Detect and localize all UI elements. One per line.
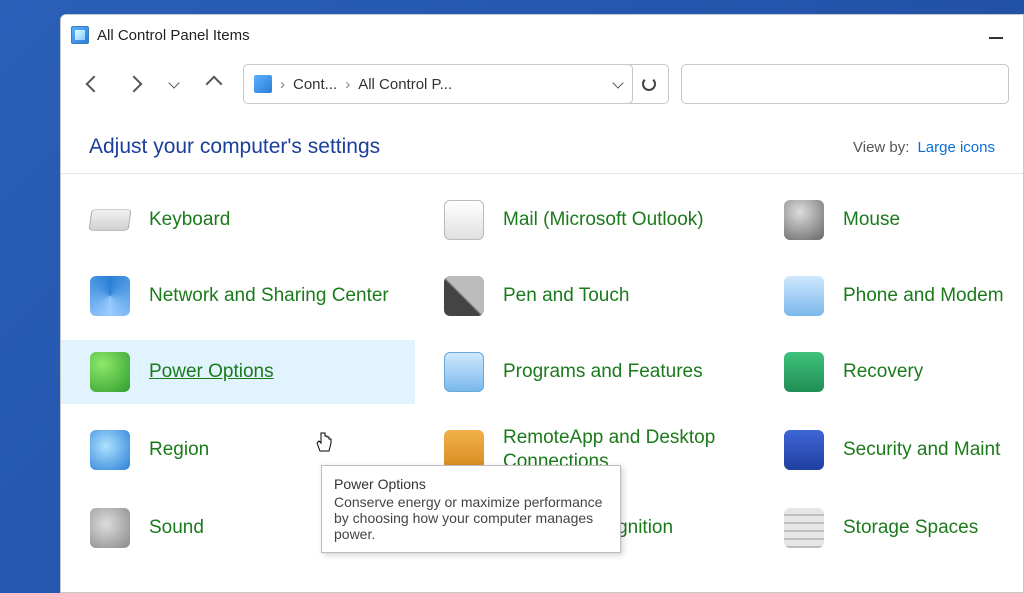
item-label: Storage Spaces xyxy=(843,516,978,540)
mail-icon xyxy=(443,199,485,241)
refresh-icon xyxy=(642,77,656,91)
tooltip-title: Power Options xyxy=(334,476,608,492)
item-label: Region xyxy=(149,438,209,462)
item-label: Keyboard xyxy=(149,208,230,232)
chevron-down-icon[interactable] xyxy=(612,77,623,88)
programs-icon xyxy=(443,351,485,393)
item-label: Recovery xyxy=(843,360,923,384)
page-header: Adjust your computer's settings View by:… xyxy=(61,113,1023,174)
phone-icon xyxy=(783,275,825,317)
forward-button[interactable] xyxy=(115,65,153,103)
item-mouse[interactable]: Mouse xyxy=(755,188,1023,252)
item-label: Mouse xyxy=(843,208,900,232)
sound-icon xyxy=(89,507,131,549)
breadcrumb-item[interactable]: Cont... xyxy=(293,76,337,93)
item-storage[interactable]: Storage Spaces xyxy=(755,496,1023,560)
window-controls xyxy=(989,31,1017,39)
chevron-right-icon: › xyxy=(345,76,350,93)
tooltip: Power Options Conserve energy or maximiz… xyxy=(321,465,621,553)
view-by-label: View by: xyxy=(853,139,909,156)
chevron-right-icon: › xyxy=(280,76,285,93)
history-dropdown[interactable] xyxy=(155,65,193,103)
item-label: Phone and Modem xyxy=(843,284,1004,308)
power-icon xyxy=(89,351,131,393)
refresh-button[interactable] xyxy=(629,64,669,104)
view-by-value[interactable]: Large icons xyxy=(917,139,995,156)
titlebar[interactable]: All Control Panel Items xyxy=(61,15,1023,55)
storage-icon xyxy=(783,507,825,549)
recovery-icon xyxy=(783,351,825,393)
item-recovery[interactable]: Recovery xyxy=(755,340,1023,404)
window-title: All Control Panel Items xyxy=(97,27,250,44)
item-security[interactable]: Security and Maint xyxy=(755,416,1023,484)
minimize-button[interactable] xyxy=(989,37,1003,39)
item-pen[interactable]: Pen and Touch xyxy=(415,264,755,328)
tooltip-body: Conserve energy or maximize performance … xyxy=(334,494,608,542)
item-label: Power Options xyxy=(149,360,274,384)
mouse-icon xyxy=(783,199,825,241)
item-network[interactable]: Network and Sharing Center xyxy=(61,264,415,328)
item-label: Mail (Microsoft Outlook) xyxy=(503,208,704,232)
view-by-selector[interactable]: View by: Large icons xyxy=(853,139,995,156)
security-icon xyxy=(783,429,825,471)
item-power-options[interactable]: Power Options xyxy=(61,340,415,404)
address-bar: › Cont... › All Control P... xyxy=(61,55,1023,113)
search-input[interactable] xyxy=(681,64,1009,104)
item-mail[interactable]: Mail (Microsoft Outlook) xyxy=(415,188,755,252)
network-icon xyxy=(89,275,131,317)
pen-icon xyxy=(443,275,485,317)
keyboard-icon xyxy=(89,199,131,241)
control-panel-icon xyxy=(71,26,89,44)
up-button[interactable] xyxy=(195,65,233,103)
item-programs[interactable]: Programs and Features xyxy=(415,340,755,404)
item-keyboard[interactable]: Keyboard xyxy=(61,188,415,252)
item-phone[interactable]: Phone and Modem xyxy=(755,264,1023,328)
control-panel-icon xyxy=(254,75,272,93)
item-label: Security and Maint xyxy=(843,438,1000,462)
item-label: Pen and Touch xyxy=(503,284,629,308)
region-icon xyxy=(89,429,131,471)
item-label: Programs and Features xyxy=(503,360,703,384)
control-panel-window: All Control Panel Items › Cont... › All … xyxy=(60,14,1024,593)
item-label: Sound xyxy=(149,516,204,540)
breadcrumb-item[interactable]: All Control P... xyxy=(358,76,452,93)
page-title: Adjust your computer's settings xyxy=(89,135,380,159)
item-label: Network and Sharing Center xyxy=(149,284,389,308)
breadcrumb-box[interactable]: › Cont... › All Control P... xyxy=(243,64,633,104)
back-button[interactable] xyxy=(75,65,113,103)
